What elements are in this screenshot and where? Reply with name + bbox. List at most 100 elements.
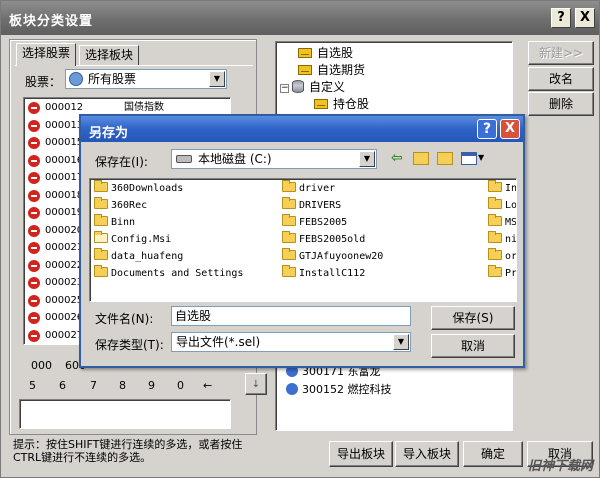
file-list-item[interactable]: InstallC112 [282,265,365,281]
file-list-item[interactable]: Config.Msi [94,231,171,247]
file-name: Int [505,183,517,194]
new-block-button[interactable]: 新建>> [528,41,594,65]
file-name: Pro [505,268,517,279]
folder-icon [94,197,108,209]
filename-field[interactable]: 自选股 [171,306,411,326]
close-button[interactable]: X [575,8,595,28]
stock-filter-value: 所有股票 [88,72,137,86]
stock-code: 000017 [45,172,84,183]
stock-icon [28,119,40,132]
list-item[interactable]: 000012 国债指数 [28,101,218,115]
stock-code: 000023 [45,277,84,288]
tree-item-holdings[interactable]: 持仓股 [314,96,369,112]
file-list-item[interactable]: driver [282,180,335,196]
file-name: 360Rec [111,200,148,211]
stock-icon [28,102,40,114]
stock-icon [28,277,40,289]
dialog-cancel-button[interactable]: 取消 [431,334,515,358]
stock-icon [28,137,40,149]
tree-item-futures[interactable]: 自选期货 [298,62,365,78]
back-arrow-icon[interactable]: ⇦ [391,150,403,166]
tree-item-custom[interactable]: − 自定义 [280,79,345,95]
file-name: niu [505,234,517,245]
stock-icon [28,294,40,307]
keypad-key[interactable]: 0 [177,379,184,392]
up-folder-icon[interactable] [413,152,429,165]
file-name: DRIVERS [299,200,342,211]
file-list-item[interactable]: Pro [488,265,517,281]
file-list-item[interactable]: ora [488,248,516,264]
chevron-down-icon[interactable]: ▼ [209,71,225,87]
folder-icon [94,180,108,192]
keypad-key[interactable]: 7 [90,379,97,392]
file-list-item[interactable]: Binn [94,214,135,230]
tree-item-favorites[interactable]: 自选股 [298,45,353,61]
chevron-down-icon[interactable]: ▼ [393,334,409,350]
file-list-item[interactable]: 360Rec [94,197,148,213]
help-button[interactable]: ? [551,8,571,28]
folder-icon [94,248,108,260]
dialog-help-button[interactable]: ? [477,119,497,139]
export-block-button[interactable]: 导出板块 [329,441,393,467]
save-in-select[interactable]: 本地磁盘 (C:) ▼ [171,149,377,169]
keypad-key-backspace[interactable]: ← [203,379,212,392]
filetype-select[interactable]: 导出文件(*.sel) ▼ [171,332,411,352]
database-icon [292,80,304,93]
collapse-icon[interactable]: − [280,84,289,93]
filename-label: 文件名(N): [95,312,154,326]
file-list-item[interactable]: 360Downloads [94,180,183,196]
stock-code: 000012 [45,102,84,113]
file-list-item[interactable]: Int [488,180,517,196]
move-down-button[interactable]: ↓ [245,373,267,395]
filetype-value: 导出文件(*.sel) [176,335,261,349]
chevron-down-icon[interactable]: ▼ [359,151,375,167]
rename-button[interactable]: 改名 [528,67,594,91]
tab-select-block[interactable]: 选择板块 [79,45,140,65]
new-folder-icon[interactable] [437,152,453,165]
keypad-key[interactable]: 6 [59,379,66,392]
ok-button[interactable]: 确定 [463,441,523,467]
file-name: FEBS2005old [299,234,366,245]
folder-icon [282,265,296,277]
file-list-item[interactable]: Lot [488,197,516,213]
view-dropdown-icon[interactable]: ▼ [478,153,484,162]
save-button[interactable]: 保存(S) [431,306,515,330]
stock-icon [28,259,40,272]
file-list-item[interactable]: MSO [488,214,517,230]
save-in-value: 本地磁盘 (C:) [198,152,272,166]
file-list-item[interactable]: GTJAfuyoonew20 [282,248,383,264]
tab-select-stock[interactable]: 选择股票 [16,43,77,66]
stock-filter-select[interactable]: 所有股票 ▼ [65,69,227,89]
file-name: Documents and Settings [111,268,244,279]
keypad-key[interactable]: 9 [148,379,155,392]
dialog-close-button[interactable]: X [500,119,520,139]
import-block-button[interactable]: 导入板块 [395,441,459,467]
file-list[interactable]: 360Downloads 360Rec Binn Config.Msi data_hua… [89,178,517,302]
filetype-label: 保存类型(T): [95,338,164,352]
file-list-item[interactable]: niu [488,231,517,247]
file-list-item[interactable]: data_huafeng [94,248,183,264]
keypad-key[interactable]: 8 [119,379,126,392]
save-in-label: 保存在(I): [95,155,148,169]
file-name: MSO [505,217,517,228]
file-list-item[interactable]: Documents and Settings [94,265,244,281]
stock-code: 000019 [45,207,84,218]
delete-button[interactable]: 删除 [528,92,594,116]
list-item[interactable]: 300152 燃控科技 [286,382,392,398]
file-list-item[interactable]: FEBS2005 [282,214,347,230]
folder-icon [94,265,108,277]
folder-icon [282,214,296,226]
stock-code: 000022 [45,259,84,271]
dialog-title-bar: 另存为 ? X [81,116,523,142]
code-input[interactable] [19,399,231,429]
view-menu-icon[interactable] [461,152,477,165]
envelope-icon [314,99,328,109]
stock-code: 000025 [45,294,84,306]
keypad-key[interactable]: 5 [29,379,36,392]
folder-icon [94,214,108,226]
keypad-key[interactable]: 000 [31,359,52,372]
file-list-item[interactable]: DRIVERS [282,197,342,213]
stock-code: 000015 [45,137,84,148]
file-list-item[interactable]: FEBS2005old [282,231,366,247]
stock-icon [28,242,40,254]
